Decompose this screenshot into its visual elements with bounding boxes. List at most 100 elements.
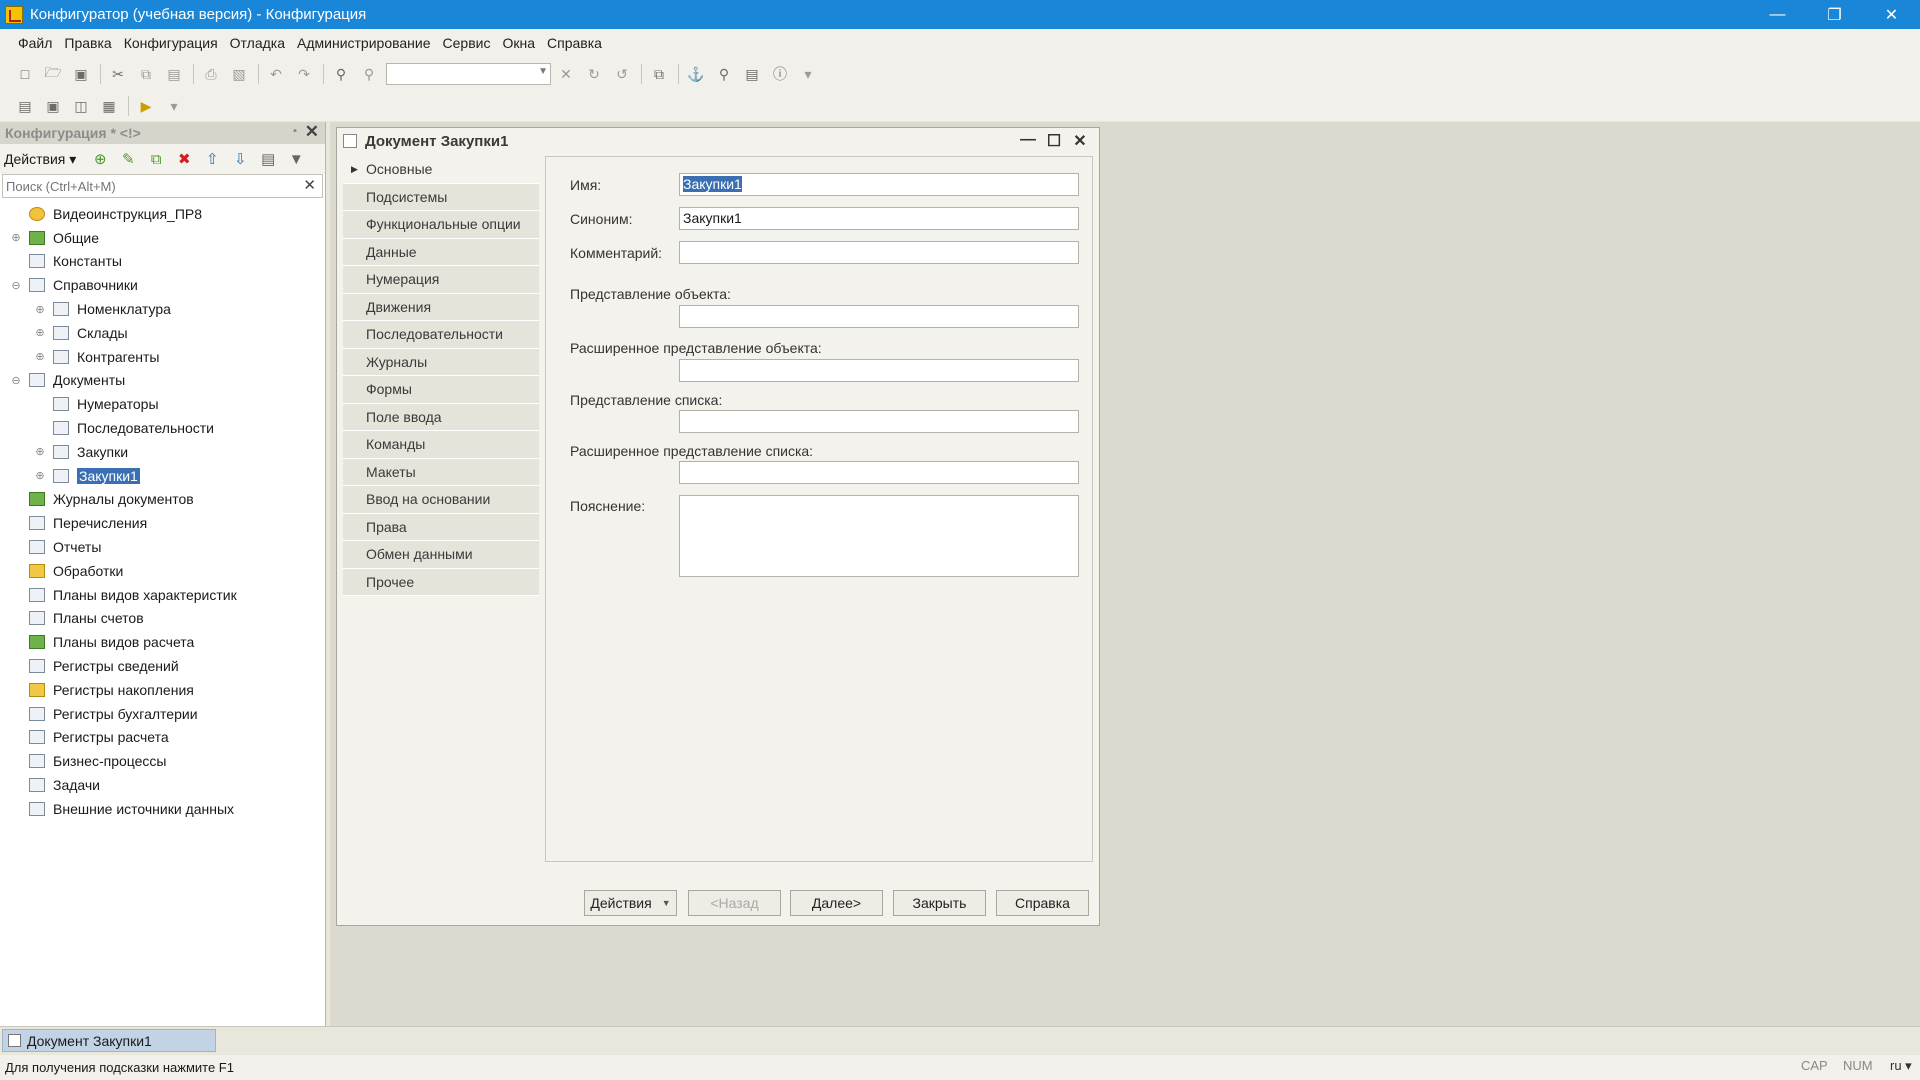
paste-icon[interactable]: ▤	[163, 63, 185, 85]
close-button[interactable]: Закрыть	[893, 890, 986, 916]
move-down-icon[interactable]: ⇩	[228, 150, 252, 168]
synonym-field[interactable]: Закупки1	[679, 207, 1079, 230]
explanation-textarea[interactable]	[679, 495, 1079, 577]
compare-icon[interactable]: ▣	[42, 95, 64, 117]
search-combo[interactable]: ▼	[386, 63, 551, 85]
dropdown-arrow-icon[interactable]: ▾	[797, 63, 819, 85]
tree-expander-icon[interactable]: ⊕	[33, 469, 47, 482]
pin-icon[interactable]: ▪	[293, 125, 297, 137]
tree-expander-icon[interactable]: ⊕	[33, 445, 47, 458]
document-tab[interactable]: Команды	[343, 431, 539, 459]
menu-service[interactable]: Сервис	[443, 35, 491, 51]
tree-item[interactable]: Обработки	[0, 559, 325, 583]
language-selector[interactable]: ru ▾	[1890, 1058, 1912, 1074]
clear-search-icon[interactable]: ✕	[555, 63, 577, 85]
document-tab[interactable]: Движения	[343, 293, 539, 321]
tree-item[interactable]: Константы	[0, 250, 325, 274]
tree-expander-icon[interactable]: ⊕	[9, 231, 23, 244]
tree-expander-icon[interactable]: ⊕	[33, 326, 47, 339]
tree-item[interactable]: ⊕ Номенклатура	[0, 297, 325, 321]
zoom-icon[interactable]: ⚲	[358, 63, 380, 85]
open-folder-icon[interactable]: 🗁	[42, 63, 64, 85]
extended-object-representation-field[interactable]	[679, 359, 1079, 382]
document-tab[interactable]: Поле ввода	[343, 403, 539, 431]
new-file-icon[interactable]: □	[14, 63, 36, 85]
menu-administration[interactable]: Администрирование	[297, 35, 431, 51]
close-window-button[interactable]: ✕	[1863, 0, 1920, 29]
menu-debug[interactable]: Отладка	[230, 35, 285, 51]
update-db-icon[interactable]: ◫	[70, 95, 92, 117]
filter-icon[interactable]: ▼	[284, 151, 308, 168]
print-icon[interactable]: ⎙	[200, 63, 222, 85]
find-previous-icon[interactable]: ↺	[611, 63, 633, 85]
menu-edit[interactable]: Правка	[64, 35, 111, 51]
sort-icon[interactable]: ▤	[256, 150, 280, 168]
menu-configuration[interactable]: Конфигурация	[124, 35, 218, 51]
copy-icon[interactable]: ⧉	[135, 63, 157, 85]
tree-item[interactable]: Планы видов расчета	[0, 630, 325, 654]
tree-expander-icon[interactable]: ⊕	[33, 303, 47, 316]
close-icon[interactable]: ✕	[305, 122, 319, 142]
tree-item[interactable]: Регистры бухгалтерии	[0, 702, 325, 726]
actions-dropdown-button[interactable]: Действия ▼	[584, 890, 677, 916]
syntax-helper-icon[interactable]: ⚓	[685, 63, 707, 85]
tree-item[interactable]: Регистры накопления	[0, 678, 325, 702]
info-icon[interactable]: ⓘ	[769, 63, 791, 85]
actions-menu[interactable]: Действия ▾	[4, 151, 76, 168]
document-tab[interactable]: Нумерация	[343, 266, 539, 294]
maximize-icon[interactable]: ☐	[1041, 131, 1067, 151]
menu-windows[interactable]: Окна	[502, 35, 535, 51]
tree-item[interactable]: Бизнес-процессы	[0, 749, 325, 773]
document-tab[interactable]: Журналы	[343, 348, 539, 376]
search-input[interactable]	[3, 176, 293, 196]
document-tab[interactable]: Прочее	[343, 568, 539, 596]
document-tab[interactable]: Ввод на основании	[343, 486, 539, 514]
tree-item[interactable]: Задачи	[0, 773, 325, 797]
tree-item[interactable]: Планы счетов	[0, 607, 325, 631]
tree-item[interactable]: Перечисления	[0, 511, 325, 535]
open-config-icon[interactable]: ▤	[14, 95, 36, 117]
windows-icon[interactable]: ⧉	[648, 63, 670, 85]
undo-icon[interactable]: ↶	[265, 63, 287, 85]
tree-expander-icon[interactable]: ⊕	[33, 350, 47, 363]
copy-icon[interactable]: ⧉	[144, 151, 168, 168]
tree-item[interactable]: Планы видов характеристик	[0, 583, 325, 607]
tree-item[interactable]: Регистры расчета	[0, 726, 325, 750]
form-editor-icon[interactable]: ▤	[741, 63, 763, 85]
properties-icon[interactable]: ▦	[98, 95, 120, 117]
find-next-icon[interactable]: ↻	[583, 63, 605, 85]
redo-icon[interactable]: ↷	[293, 63, 315, 85]
menu-file[interactable]: Файл	[18, 35, 52, 51]
tree-item[interactable]: ⊕ Склады	[0, 321, 325, 345]
tree-item[interactable]: ⊖ Документы	[0, 369, 325, 393]
document-tab[interactable]: Подсистемы	[343, 183, 539, 211]
help-button[interactable]: Справка	[996, 890, 1089, 916]
document-tab[interactable]: Обмен данными	[343, 541, 539, 569]
document-tab[interactable]: Макеты	[343, 458, 539, 486]
edit-icon[interactable]: ✎	[116, 150, 140, 168]
tree-item[interactable]: Отчеты	[0, 535, 325, 559]
tree-item[interactable]: ⊕ Закупки	[0, 440, 325, 464]
name-field[interactable]: Закупки1	[679, 173, 1079, 196]
next-button[interactable]: Далее>	[790, 890, 883, 916]
tree-expander-icon[interactable]: ⊖	[9, 279, 23, 292]
menu-help[interactable]: Справка	[547, 35, 602, 51]
print-preview-icon[interactable]: ▧	[228, 63, 250, 85]
document-tab[interactable]: Права	[343, 513, 539, 541]
close-icon[interactable]: ✕	[1067, 131, 1093, 151]
tree-item[interactable]: ⊕ Контрагенты	[0, 345, 325, 369]
tree-item[interactable]: Видеоинструкция_ПР8	[0, 202, 325, 226]
back-button[interactable]: <Назад	[688, 890, 781, 916]
move-up-icon[interactable]: ⇧	[200, 150, 224, 168]
tree-item[interactable]: ⊕ Закупки1	[0, 464, 325, 488]
tree-item[interactable]: ⊖ Справочники	[0, 273, 325, 297]
tree-item[interactable]: Журналы документов	[0, 488, 325, 512]
clear-search-icon[interactable]: ✕	[303, 176, 316, 194]
minimize-button[interactable]: —	[1749, 0, 1806, 29]
tree-item[interactable]: ⊕ Общие	[0, 226, 325, 250]
find-icon[interactable]: ⚲	[330, 63, 352, 85]
tree-item[interactable]: Внешние источники данных	[0, 797, 325, 821]
cut-icon[interactable]: ✂	[107, 63, 129, 85]
document-tab[interactable]: Данные	[343, 238, 539, 266]
save-icon[interactable]: ▣	[70, 63, 92, 85]
